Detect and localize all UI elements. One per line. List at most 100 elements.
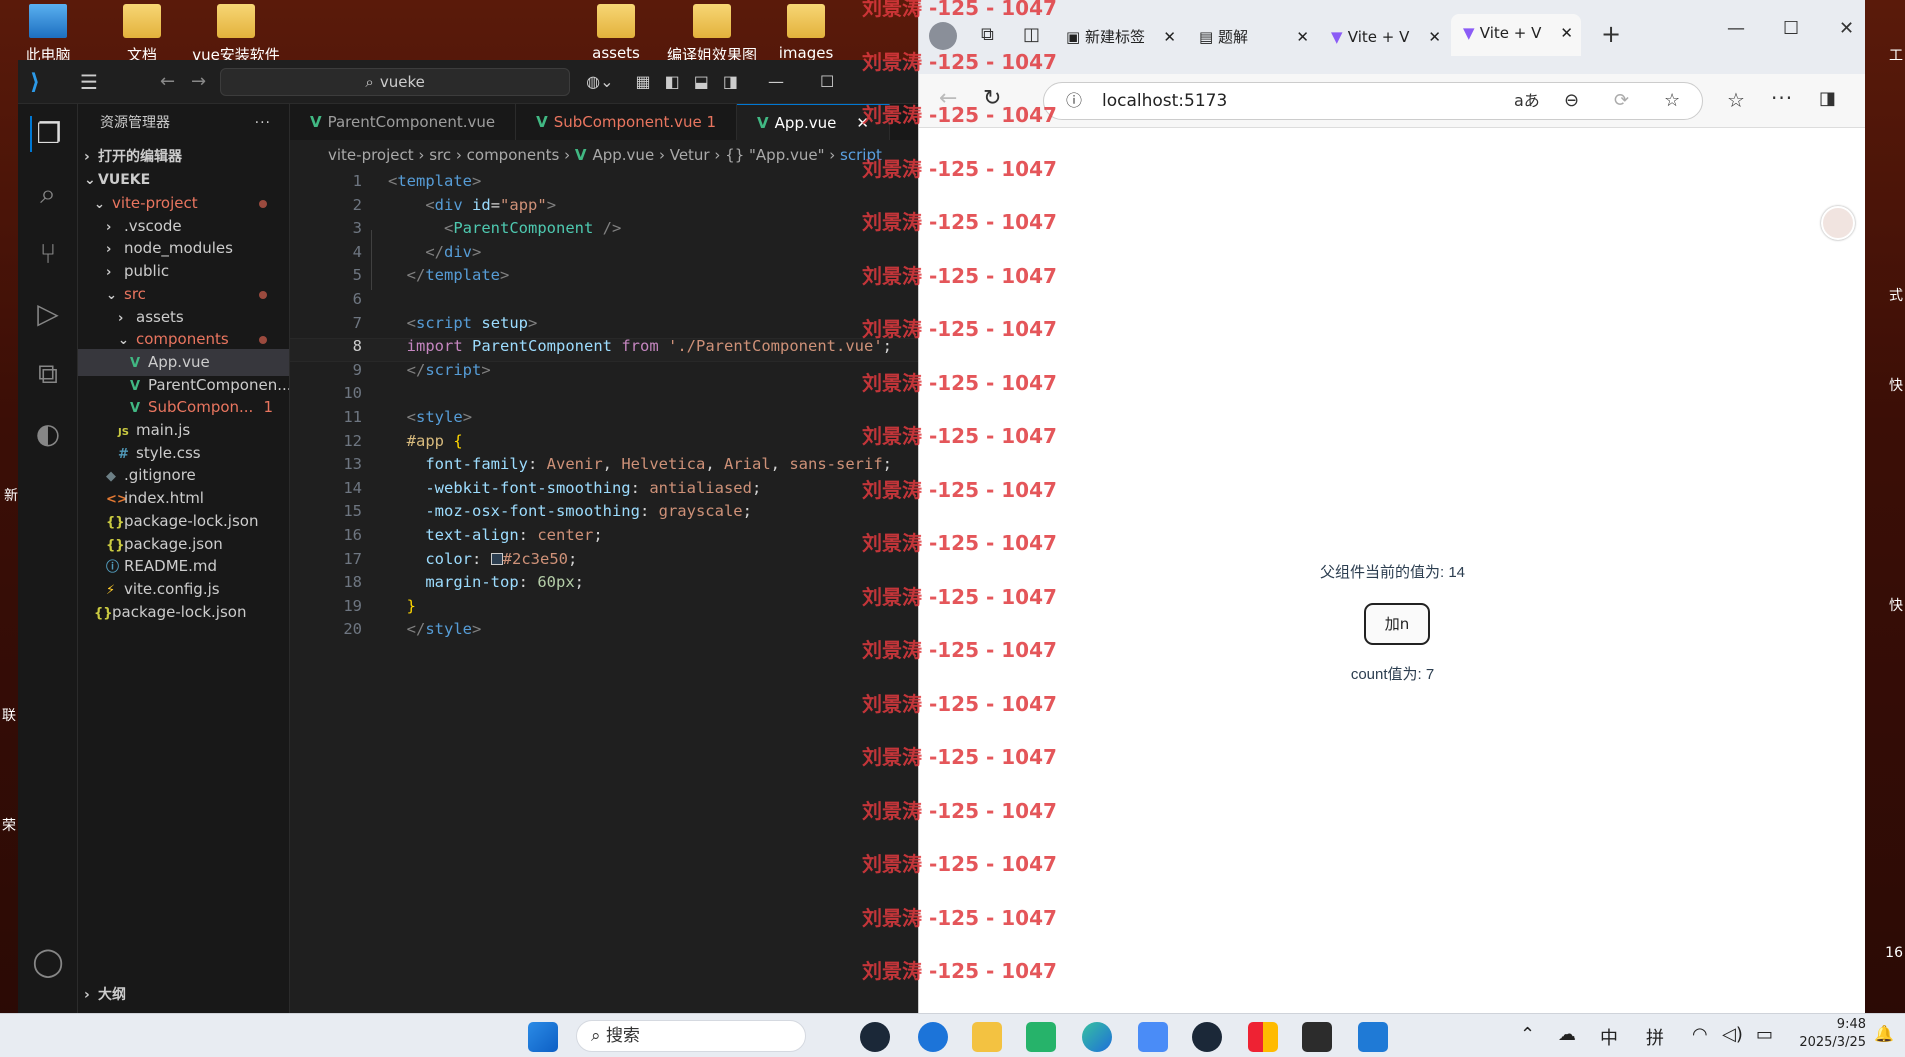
vscode-logo-icon: ⟩ (30, 69, 41, 95)
copilot-icon[interactable]: ◍⌄ (586, 72, 613, 91)
more-actions-icon[interactable]: ··· (255, 106, 271, 140)
notes-icon[interactable] (1138, 1022, 1168, 1052)
wifi-icon[interactable]: ◠ (1692, 1024, 1708, 1045)
settings-more-icon[interactable]: ··· (1771, 86, 1793, 110)
ime-lang[interactable]: 中 (1600, 1024, 1618, 1050)
close-icon[interactable]: ✕ (1428, 18, 1441, 56)
avatar[interactable] (1821, 206, 1855, 240)
add-n-button[interactable]: 加n (1364, 603, 1430, 645)
tab-sub-component[interactable]: V SubComponent.vue 1 (516, 104, 738, 140)
breadcrumb-item[interactable]: components (467, 146, 560, 164)
close-icon[interactable]: ✕ (1560, 14, 1573, 52)
vue-file-icon: V (757, 114, 769, 132)
desktop-icon-compile[interactable]: 编译姐效果图 (662, 4, 762, 65)
toggle-secondary-sidebar-icon[interactable]: ◨ (723, 72, 738, 91)
browser-tab-solution[interactable]: ▤ 题解 ✕ (1187, 18, 1317, 56)
menu-icon[interactable]: ☰ (80, 70, 98, 94)
code-editor[interactable]: 1 <template> 2 <div id="app"> 3 <ParentCo… (290, 170, 918, 1013)
run-debug-icon[interactable]: ▷ (30, 296, 66, 332)
store-icon[interactable] (1026, 1022, 1056, 1052)
maximize-icon[interactable]: ☐ (1783, 18, 1799, 39)
steam-icon[interactable] (860, 1022, 890, 1052)
favorites-icon[interactable]: ☆ (1727, 88, 1745, 112)
volume-icon[interactable]: ◁) (1722, 1024, 1743, 1045)
folder-icon (123, 4, 161, 38)
extensions-icon[interactable]: ⧉ (30, 356, 66, 392)
close-icon[interactable]: ✕ (1163, 18, 1176, 56)
explorer-title: 资源管理器 (100, 115, 170, 131)
desktop-icon-documents[interactable]: 文档 (92, 4, 192, 65)
sidebar-toggle-icon[interactable]: ◨ (1819, 88, 1836, 109)
desktop-icon-this-pc[interactable]: 此电脑 (0, 4, 98, 65)
watermark-text: 刘景涛 -125 - 1047 (862, 103, 1057, 127)
count-value-text: count值为: 7 (1350, 666, 1435, 683)
start-icon[interactable] (528, 1022, 558, 1052)
account-icon[interactable]: ◯ (30, 944, 66, 980)
file-explorer-icon[interactable] (972, 1022, 1002, 1052)
watermark-text: 刘景涛 -125 - 1047 (862, 959, 1057, 983)
forward-arrow-icon[interactable]: → (191, 71, 206, 92)
page-icon: ▤ (1199, 28, 1218, 46)
favorite-star-icon[interactable]: ☆ (1664, 83, 1680, 119)
modified-dot (259, 336, 267, 345)
watermark-text: 刘景涛 -125 - 1047 (862, 798, 1057, 823)
command-search-input[interactable]: ⌕ vueke (220, 67, 571, 96)
vertical-tabs-icon[interactable]: ◫ (1023, 24, 1040, 45)
tab-parent-component[interactable]: V ParentComponent.vue (290, 104, 517, 140)
outline-section[interactable]: › 大纲 (78, 982, 289, 1009)
back-arrow-icon[interactable]: ← (160, 71, 175, 92)
vscode-taskbar-icon[interactable] (1358, 1022, 1388, 1052)
desktop-edge-text: 新 (4, 488, 18, 504)
watermark-text: 刘景涛 -125 - 1047 (862, 477, 1057, 502)
browser-tab-vite-1[interactable]: ▼ Vite + V ✕ (1319, 18, 1449, 56)
file-tree-item[interactable]: {}package-lock.json (78, 599, 289, 626)
new-tab-icon[interactable]: + (1601, 20, 1621, 48)
file-tree-label: node_modules (124, 239, 233, 258)
maximize-icon[interactable]: ☐ (820, 72, 834, 91)
app-icon[interactable] (918, 1022, 948, 1052)
edge-devtools-icon[interactable]: ◐ (30, 416, 66, 452)
parent-value-text: 父组件当前的值为: 14 (1319, 564, 1466, 581)
file-tree-label: index.html (124, 489, 204, 508)
page-content: 父组件当前的值为: 14 加n count值为: 7 (919, 128, 1865, 1013)
close-icon[interactable]: ✕ (1296, 18, 1309, 56)
translate-icon[interactable]: aあ (1514, 83, 1540, 119)
desktop-icon-vue-software[interactable]: vue安装软件 (186, 4, 286, 65)
minimize-icon[interactable]: — (1727, 18, 1745, 39)
search-icon[interactable]: ⌕ (30, 176, 66, 212)
game-icon[interactable] (1248, 1022, 1278, 1052)
cloud-icon[interactable]: ☁ (1558, 1024, 1576, 1045)
layout-customize-icon[interactable]: ▦ (636, 72, 651, 91)
breadcrumb-item[interactable]: Vetur (670, 146, 710, 164)
workspaces-icon[interactable]: ⧉ (981, 24, 994, 45)
browser-tab-vite-active[interactable]: ▼ Vite + V ✕ (1451, 14, 1581, 56)
toggle-panel-icon[interactable]: ⬓ (694, 72, 709, 91)
url-input[interactable]: ⓘ localhost:5173 aあ ⊖ ⟳ ☆ (1043, 82, 1703, 120)
close-window-icon[interactable]: ✕ (1839, 18, 1854, 39)
watermark-text: 刘景涛 -125 - 1047 (862, 745, 1057, 769)
minimize-icon[interactable]: — (768, 72, 784, 91)
battery-icon[interactable]: ▭ (1756, 1024, 1773, 1045)
browser-tab-new[interactable]: ▣ 新建标签 ✕ (1054, 18, 1184, 56)
ime-mode[interactable]: 拼 (1646, 1024, 1664, 1050)
edge-icon[interactable] (1082, 1022, 1112, 1052)
desktop-icon-images[interactable]: images (756, 4, 856, 62)
color-swatch[interactable] (490, 552, 503, 565)
steam-icon[interactable] (1192, 1022, 1222, 1052)
zoom-out-icon[interactable]: ⊖ (1564, 83, 1579, 119)
desktop-icon-assets[interactable]: assets (566, 4, 666, 62)
breadcrumb-item[interactable]: src (429, 146, 451, 164)
chevron-up-icon[interactable]: ⌃ (1520, 1024, 1535, 1045)
notification-icon[interactable]: 🔔 (1874, 1024, 1894, 1043)
breadcrumb-item[interactable]: {} "App.vue" (725, 146, 824, 164)
terminal-icon[interactable] (1302, 1022, 1332, 1052)
toggle-sidebar-icon[interactable]: ◧ (665, 72, 680, 91)
source-control-icon[interactable]: ⑂ (30, 236, 66, 272)
explorer-icon[interactable]: ❐ (30, 116, 66, 152)
breadcrumb-item[interactable]: App.vue (592, 146, 654, 164)
breadcrumb-item[interactable]: vite-project (328, 146, 414, 164)
taskbar-search-input[interactable]: ⌕ 搜索 (576, 1020, 806, 1052)
site-info-icon[interactable]: ⓘ (1066, 83, 1082, 119)
clock[interactable]: 9:48 2025/3/25 (1790, 1016, 1866, 1052)
sync-icon[interactable]: ⟳ (1614, 83, 1629, 119)
